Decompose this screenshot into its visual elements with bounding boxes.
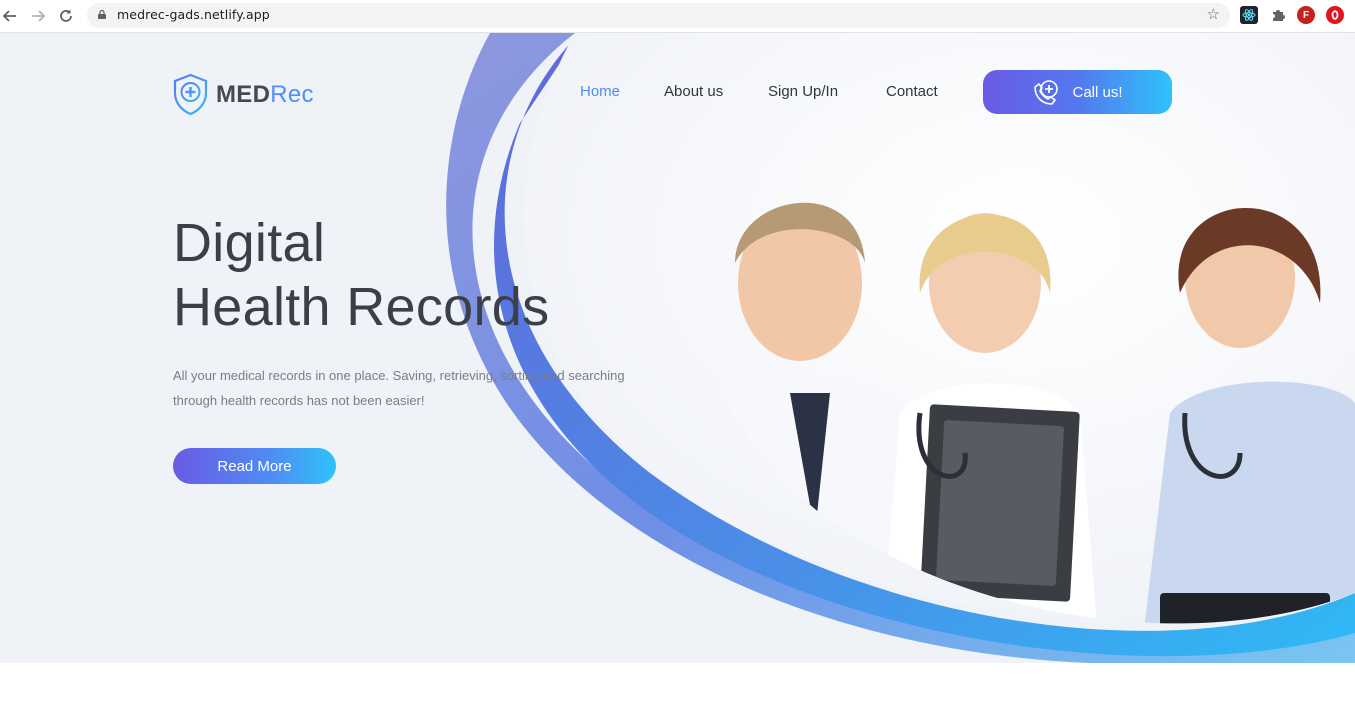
call-us-label: Call us! (1072, 83, 1123, 101)
url-text: medrec-gads.netlify.app (117, 7, 270, 22)
hero-description: All your medical records in one place. S… (173, 368, 625, 408)
opera-icon[interactable] (1326, 6, 1344, 24)
nav-contact[interactable]: Contact (886, 83, 938, 100)
site-logo[interactable]: MEDRec (172, 73, 314, 116)
lock-icon (98, 10, 106, 19)
read-more-button[interactable]: Read More (173, 448, 336, 484)
hero-title-line2: Health Records (173, 277, 550, 337)
extensions-puzzle-icon[interactable] (1269, 6, 1287, 24)
browser-toolbar: medrec-gads.netlify.app ☆ F (0, 0, 1355, 33)
bookmark-star-icon[interactable]: ☆ (1207, 5, 1220, 23)
logo-text-accent: Rec (270, 80, 314, 108)
reload-icon[interactable] (55, 5, 77, 27)
react-devtools-icon[interactable] (1240, 6, 1258, 24)
hero-title-line1: Digital (173, 213, 326, 273)
forward-arrow-icon[interactable] (27, 5, 49, 27)
back-arrow-icon[interactable] (0, 5, 21, 27)
doctors-photo (680, 202, 1355, 624)
hero-title: Digital Health Records (173, 211, 549, 339)
shield-cross-icon (173, 73, 208, 116)
logo-text-main: MED (216, 80, 271, 108)
nav-home[interactable]: Home (580, 83, 620, 100)
address-bar[interactable]: medrec-gads.netlify.app ☆ (87, 3, 1230, 28)
hero-section: MEDRec Home About us Sign Up/In Contact … (0, 33, 1355, 663)
nav-signup[interactable]: Sign Up/In (768, 83, 838, 100)
nav-about[interactable]: About us (664, 83, 723, 100)
call-us-button[interactable]: Call us! (983, 70, 1172, 114)
phone-medical-icon (1034, 80, 1059, 105)
profile-avatar[interactable]: F (1297, 6, 1315, 24)
